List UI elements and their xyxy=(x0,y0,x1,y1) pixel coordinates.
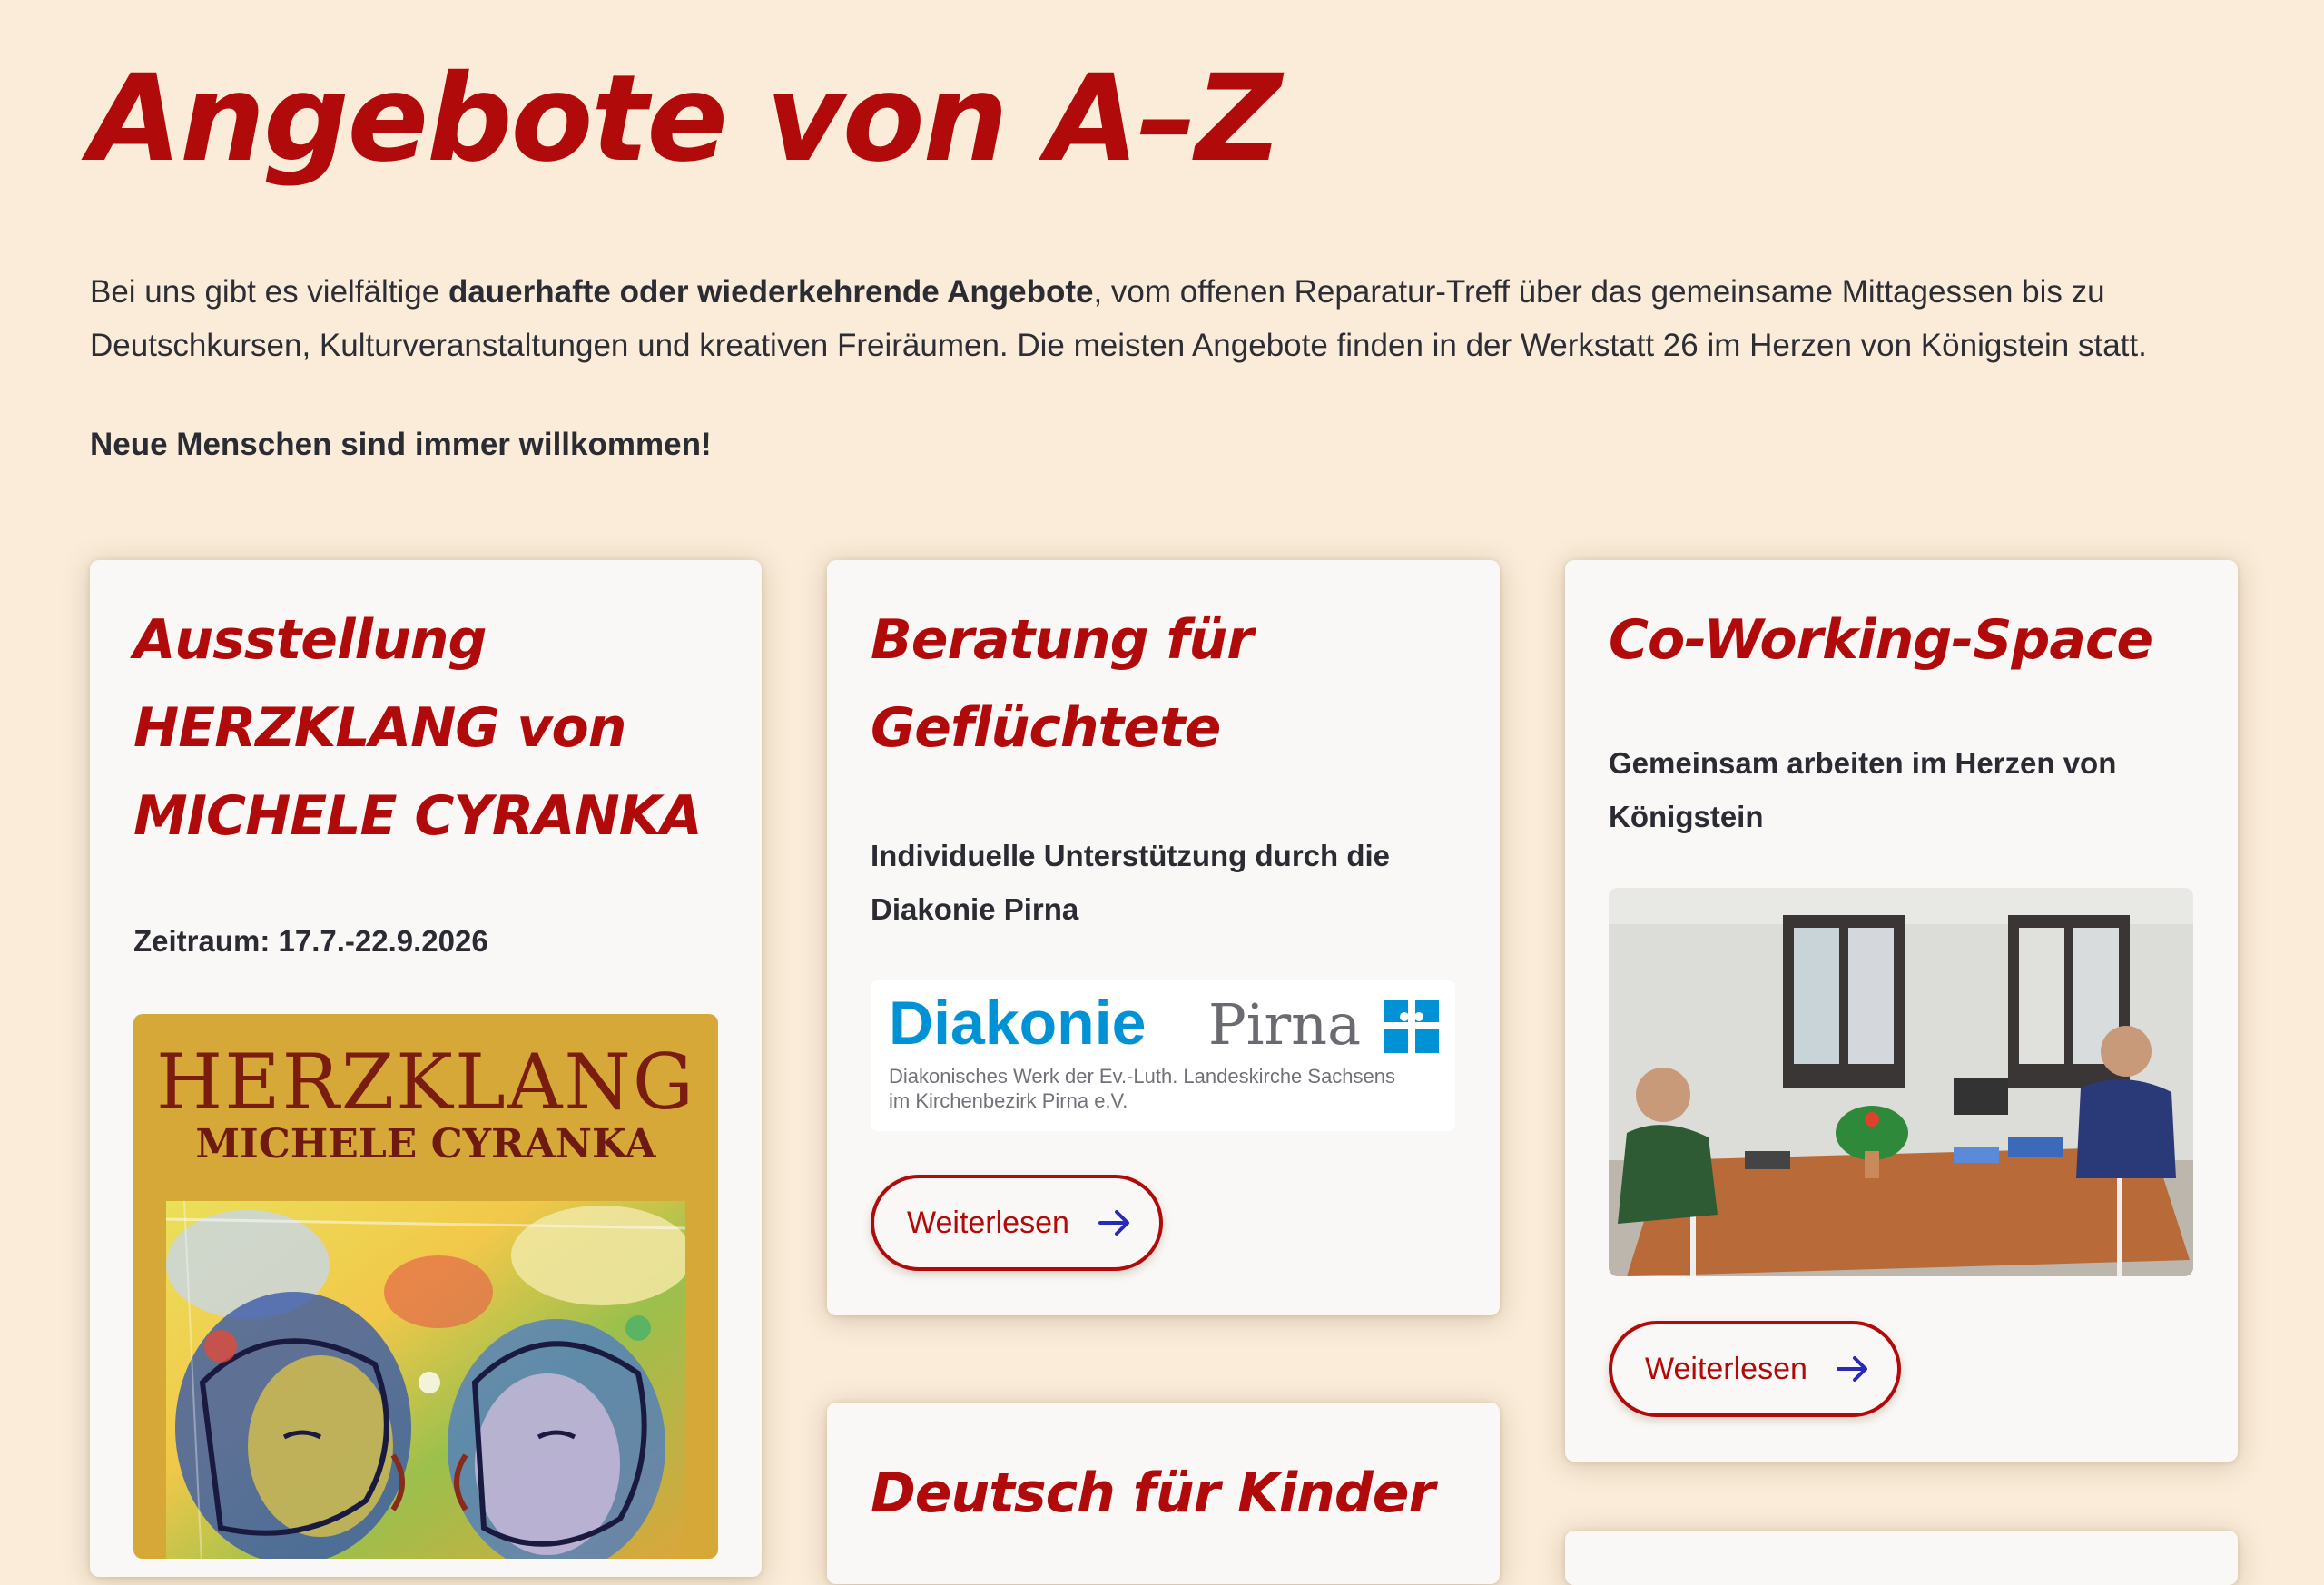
card-title[interactable]: Deutsch für Kinder xyxy=(871,1450,1470,1538)
coworking-photo[interactable] xyxy=(1609,888,2193,1276)
card-text: Gemeinsam arbeiten im Herzen von Königst… xyxy=(1609,746,2117,833)
offer-card-german-for-children[interactable]: Deutsch für Kinder xyxy=(827,1403,1500,1584)
read-more-button[interactable]: Weiterlesen xyxy=(1609,1321,1901,1417)
offer-card-refugee-counseling[interactable]: Beratung für Geflüchtete Individuelle Un… xyxy=(827,560,1500,1315)
page-title: Angebote von A–Z xyxy=(89,49,1282,189)
poster-title: HERZKLANG xyxy=(156,1038,695,1127)
card-title[interactable]: Beratung für Geflüchtete xyxy=(871,596,1470,773)
coworking-photo-graphic xyxy=(1609,888,2193,1276)
welcome-text: Neue Menschen sind immer willkommen! xyxy=(90,427,712,462)
logo-line-2: im Kirchenbezirk Pirna e.V. xyxy=(889,1089,1128,1112)
card-text: Individuelle Unterstützung durch die Dia… xyxy=(871,839,1391,926)
read-more-button[interactable]: Weiterlesen xyxy=(871,1175,1163,1271)
intro-text-bold: dauerhafte oder wiederkehrende Angebote xyxy=(448,274,1094,310)
poster-artwork xyxy=(166,1201,685,1559)
offer-card-exhibition[interactable]: Ausstellung HERZKLANG von MICHELE CYRANK… xyxy=(90,560,762,1577)
read-more-label: Weiterlesen xyxy=(907,1205,1069,1240)
card-title[interactable]: Ausstellung HERZKLANG von MICHELE CYRANK… xyxy=(133,596,733,861)
exhibition-poster-image[interactable]: HERZKLANG MICHELE CYRANKA xyxy=(133,1014,718,1559)
arrow-right-icon xyxy=(1098,1210,1129,1236)
offer-card-next[interactable] xyxy=(1565,1531,2238,1585)
arrow-right-icon xyxy=(1836,1356,1867,1382)
card-title[interactable]: Co-Working-Space xyxy=(1609,596,2208,684)
diakonie-logo-graphic: Diakonie Pirna Diakonisches Werk der Ev.… xyxy=(889,989,1439,1112)
intro-text-start: Bei uns gibt es vielfältige xyxy=(90,274,448,310)
logo-word-diakonie: Diakonie xyxy=(889,989,1146,1058)
offer-card-coworking[interactable]: Co-Working-Space Gemeinsam arbeiten im H… xyxy=(1565,560,2238,1462)
poster-subtitle: MICHELE CYRANKA xyxy=(195,1121,656,1167)
read-more-label: Weiterlesen xyxy=(1645,1351,1807,1386)
card-text: Zeitraum: 17.7.-22.9.2026 xyxy=(133,924,488,958)
intro-paragraph: Bei uns gibt es vielfältige dauerhafte o… xyxy=(90,265,2250,372)
diakonie-cross-icon xyxy=(1384,1000,1439,1053)
logo-line-1: Diakonisches Werk der Ev.-Luth. Landeski… xyxy=(889,1065,1395,1088)
diakonie-logo: Diakonie Pirna Diakonisches Werk der Ev.… xyxy=(871,980,1455,1131)
logo-word-pirna: Pirna xyxy=(1208,991,1361,1058)
